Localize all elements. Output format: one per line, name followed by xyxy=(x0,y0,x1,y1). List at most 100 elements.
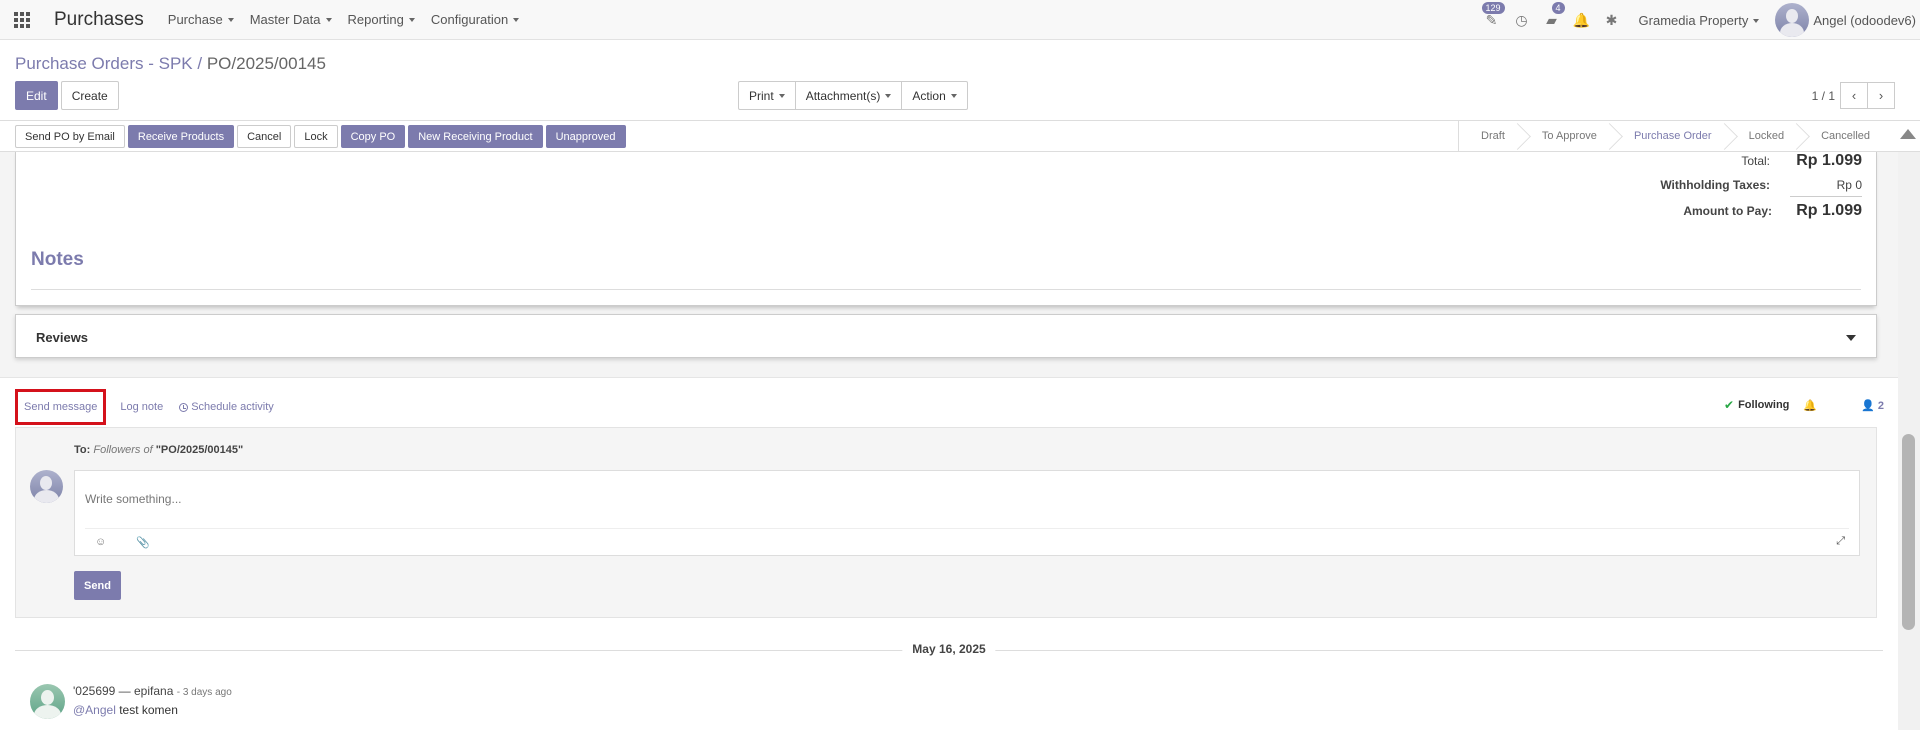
caret-down-icon xyxy=(513,17,520,22)
expand-icon[interactable]: ⤢ xyxy=(1836,535,1845,548)
menu-configuration[interactable]: Configuration xyxy=(423,0,527,40)
form-statusbar: Send PO by Email Receive Products Cancel… xyxy=(0,120,1920,152)
new-receiving-product-button[interactable]: New Receiving Product xyxy=(408,125,543,148)
emoji-icon[interactable]: ☺ xyxy=(95,536,106,548)
clock-icon[interactable]: ◷ xyxy=(1507,0,1537,40)
pager: 1 / 1 ‹ › xyxy=(1812,82,1895,109)
receive-products-button[interactable]: Receive Products xyxy=(127,125,235,148)
following-button[interactable]: ✔ Following xyxy=(1724,398,1789,412)
action-dropdown[interactable]: Action xyxy=(901,81,968,110)
message-composer: To: Followers of "PO/2025/00145" ☺ 📎 ⤢ S… xyxy=(15,427,1877,618)
message-header: '025699 — epifana - 3 days ago xyxy=(73,684,232,698)
message-author[interactable]: '025699 — epifana xyxy=(73,684,173,698)
scrollbar-thumb[interactable] xyxy=(1902,434,1915,630)
app-title: Purchases xyxy=(54,8,144,30)
form-content: Total: Rp 1.099 Withholding Taxes: Rp 0 … xyxy=(0,152,1898,730)
followers-count-button[interactable]: 👤 2 xyxy=(1861,399,1884,412)
systray: ✎ 129 ◷ ▰ 4 🔔 ✱ Gramedia Property Angel (o… xyxy=(1477,0,1920,40)
notes-divider xyxy=(31,289,1861,290)
cancel-button[interactable]: Cancel xyxy=(237,125,292,148)
caret-down-icon xyxy=(1753,19,1760,24)
reviews-section[interactable]: Reviews xyxy=(15,314,1877,358)
unapproved-button[interactable]: Unapproved xyxy=(545,125,626,148)
print-dropdown[interactable]: Print xyxy=(738,81,796,110)
copy-po-button[interactable]: Copy PO xyxy=(340,125,406,148)
attachments-dropdown[interactable]: Attachment(s) xyxy=(794,81,903,110)
activity-edit-icon[interactable]: ✎ 129 xyxy=(1477,0,1507,40)
menu-purchase[interactable]: Purchase xyxy=(160,0,242,40)
scrollbar[interactable] xyxy=(1898,152,1920,730)
caret-down-icon xyxy=(778,93,785,98)
top-navbar: Purchases Purchase Master Data Reporting… xyxy=(0,0,1920,40)
subscription-bell-icon[interactable]: 🔔 xyxy=(1803,399,1817,412)
withholding-label: Withholding Taxes: xyxy=(1660,178,1770,192)
form-buttons: Edit Create xyxy=(15,81,119,110)
pager-value[interactable]: 1 / 1 xyxy=(1812,89,1835,103)
edit-button[interactable]: Edit xyxy=(15,81,58,110)
sidebar-actions: Print Attachment(s) Action xyxy=(738,81,968,110)
withholding-value: Rp 0 xyxy=(1836,178,1862,192)
stage-to-approve: To Approve xyxy=(1520,121,1612,151)
lock-button[interactable]: Lock xyxy=(294,125,338,148)
send-button[interactable]: Send xyxy=(74,571,121,600)
apps-menu-icon[interactable] xyxy=(2,0,42,40)
amount-to-pay-row: Amount to Pay: Rp 1.099 xyxy=(1683,196,1862,224)
menu-master-data[interactable]: Master Data xyxy=(242,0,340,40)
followers-bar: ✔ Following 🔔 👤 2 xyxy=(1724,398,1884,412)
notes-title: Notes xyxy=(31,249,84,270)
composer-avatar xyxy=(30,470,63,503)
total-row: Total: Rp 1.099 xyxy=(1602,152,1862,174)
status-buttons: Send PO by Email Receive Products Cancel… xyxy=(15,125,626,148)
stage-cancelled: Cancelled xyxy=(1821,130,1870,142)
bug-icon[interactable]: ✱ xyxy=(1597,0,1627,40)
total-value: Rp 1.099 xyxy=(1796,152,1862,169)
message-date: - 3 days ago xyxy=(176,687,232,698)
check-icon: ✔ xyxy=(1724,398,1735,412)
menu-reporting[interactable]: Reporting xyxy=(340,0,423,40)
activity-badge: 129 xyxy=(1481,2,1505,14)
send-message-button[interactable]: Send message xyxy=(15,389,107,425)
caret-down-icon xyxy=(325,17,332,22)
caret-down-icon xyxy=(408,17,415,22)
send-po-by-email-button[interactable]: Send PO by Email xyxy=(15,125,125,148)
message-body: @Angel test komen xyxy=(73,703,232,717)
total-label: Total: xyxy=(1741,154,1770,168)
caret-down-icon xyxy=(227,17,234,22)
stage-draft: Draft xyxy=(1459,121,1520,151)
chatter: Send message Log note Schedule activity … xyxy=(0,377,1898,730)
breadcrumb-separator: / xyxy=(197,54,203,73)
log-note-button[interactable]: Log note xyxy=(112,391,171,423)
scroll-up-arrow-icon[interactable] xyxy=(1900,129,1916,139)
paperclip-icon[interactable]: 📎 xyxy=(136,536,150,549)
bell-icon[interactable]: 🔔 xyxy=(1567,0,1597,40)
totals-summary: Total: Rp 1.099 Withholding Taxes: Rp 0 … xyxy=(1602,152,1862,224)
date-separator: May 16, 2025 xyxy=(902,642,996,656)
stage-pipeline: Draft To Approve Purchase Order Locked C… xyxy=(1458,121,1885,151)
composer-toolbar: ☺ 📎 ⤢ xyxy=(85,528,1849,555)
create-button[interactable]: Create xyxy=(60,81,119,110)
form-sheet: Total: Rp 1.099 Withholding Taxes: Rp 0 … xyxy=(15,152,1877,306)
breadcrumb-current: PO/2025/00145 xyxy=(206,54,326,73)
breadcrumb-parent[interactable]: Purchase Orders - SPK xyxy=(15,54,193,73)
clock-icon xyxy=(179,402,189,412)
amount-to-pay-label: Amount to Pay: xyxy=(1683,203,1772,218)
messages-badge: 4 xyxy=(1551,2,1565,14)
messages-icon[interactable]: ▰ 4 xyxy=(1537,0,1567,40)
user-mention[interactable]: @Angel xyxy=(73,703,116,717)
schedule-activity-button[interactable]: Schedule activity xyxy=(171,391,282,423)
pager-next-button[interactable]: › xyxy=(1867,82,1895,109)
author-avatar[interactable] xyxy=(30,684,65,719)
company-switcher[interactable]: Gramedia Property xyxy=(1639,13,1760,28)
pager-previous-button[interactable]: ‹ xyxy=(1840,82,1868,109)
withholding-row: Withholding Taxes: Rp 0 xyxy=(1602,174,1862,196)
composer-box: ☺ 📎 ⤢ xyxy=(74,470,1860,556)
reviews-title: Reviews xyxy=(36,330,89,345)
message-input[interactable] xyxy=(75,471,1859,527)
message-item: '025699 — epifana - 3 days ago @Angel te… xyxy=(30,684,232,719)
recipients-line: To: Followers of "PO/2025/00145" xyxy=(74,444,244,456)
breadcrumb: Purchase Orders - SPK / PO/2025/00145 xyxy=(15,54,326,74)
chatter-topbar: Send message Log note Schedule activity xyxy=(15,389,282,425)
caret-down-icon xyxy=(950,93,957,98)
user-menu[interactable]: Angel (odoodev6) xyxy=(1775,3,1916,37)
caret-down-icon[interactable] xyxy=(1846,335,1856,341)
